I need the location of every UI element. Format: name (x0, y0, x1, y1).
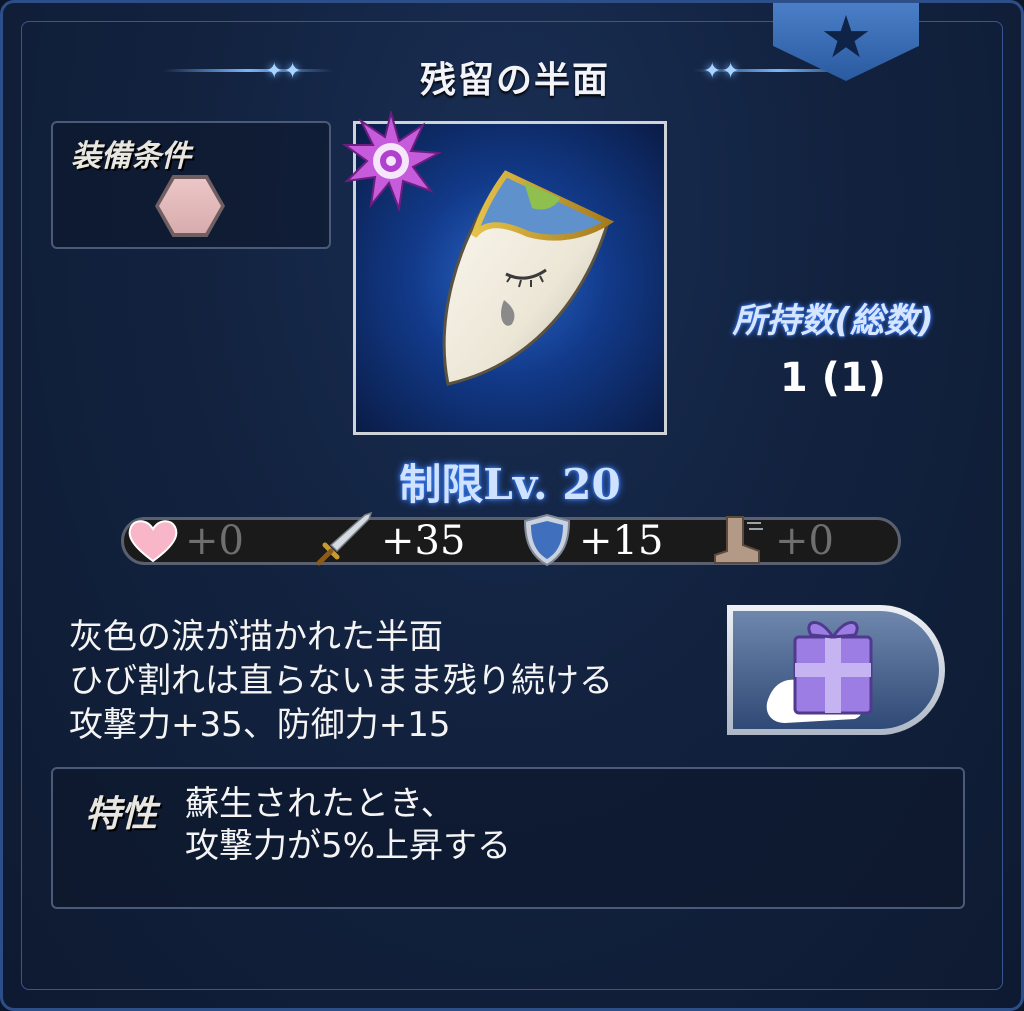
equip-requirement-label: 装備条件 (71, 139, 191, 174)
description-line: ひび割れは直らないまま残り続ける (69, 661, 613, 701)
item-description: 灰色の涙が描かれた半面 ひび割れは直らないまま残り続ける 攻撃力+35、防御力+… (69, 615, 709, 747)
stat-attack-value: +35 (381, 518, 466, 564)
shield-icon (523, 513, 571, 567)
title-decor-left (163, 69, 333, 72)
boot-icon (714, 516, 763, 564)
trait-line: 攻撃力が5%上昇する (185, 826, 511, 866)
stat-speed-value: +0 (775, 518, 834, 564)
gift-button[interactable] (727, 605, 945, 735)
description-line: 灰色の涙が描かれた半面 (69, 617, 443, 657)
owned-count-value: 1 (1) (779, 355, 887, 401)
sword-icon (316, 511, 373, 566)
gift-icon (766, 621, 873, 723)
description-line: 攻撃力+35、防御力+15 (69, 705, 451, 745)
heart-icon (128, 520, 178, 563)
trait-description: 蘇生されたとき、 攻撃力が5%上昇する (185, 783, 925, 867)
owned-count-label: 所持数(総数) (732, 301, 934, 341)
sun-badge-icon (341, 111, 441, 211)
item-title: 残留の半面 (419, 60, 610, 101)
star-icon[interactable]: ★ (801, 3, 891, 75)
trait-line: 蘇生されたとき、 (185, 784, 455, 824)
level-limit: 制限Lv. 20 (399, 460, 621, 509)
trait-label: 特性 (85, 794, 158, 835)
sparkle-icon: ✦✦ (265, 59, 302, 84)
stat-hp-value: +0 (185, 518, 244, 564)
item-detail-panel: ✦✦ ✦✦ 残留の半面 ★ 装備条件 所持数(総数) 1 (1) 制限Lv. 2… (0, 0, 1024, 1011)
stat-defense-value: +15 (579, 518, 664, 564)
gift-button-face[interactable] (733, 611, 939, 729)
